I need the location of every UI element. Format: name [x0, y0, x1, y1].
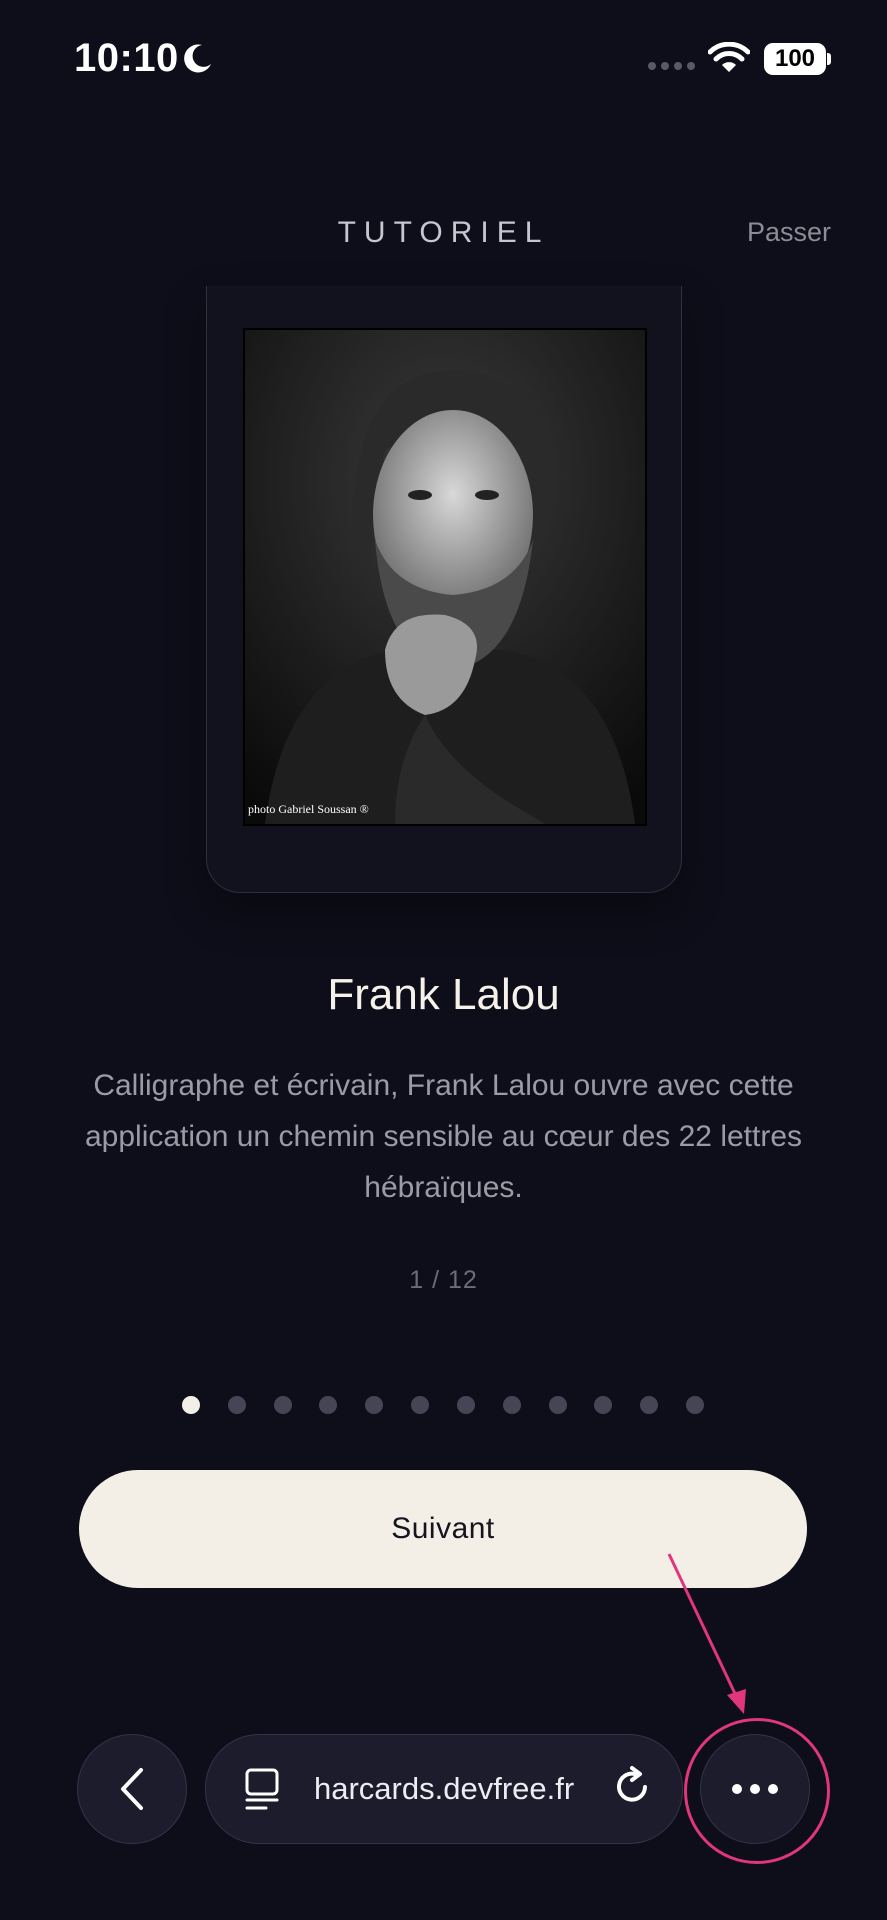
address-bar[interactable]: harcards.devfree.fr — [205, 1734, 683, 1844]
pagination-dot[interactable] — [365, 1396, 384, 1414]
battery-tip — [827, 53, 831, 65]
portrait-photo — [243, 328, 647, 826]
annotation-arrow — [667, 1553, 746, 1714]
pagination-dot[interactable] — [273, 1396, 292, 1414]
pagination-dot[interactable] — [411, 1396, 430, 1414]
moon-icon — [184, 44, 211, 73]
pagination-dot[interactable] — [502, 1396, 521, 1414]
pagination-dot[interactable] — [640, 1396, 659, 1414]
reader-mode-icon[interactable] — [242, 1767, 282, 1811]
pagination-dot[interactable] — [548, 1396, 567, 1414]
status-bar: 10:10 100 — [0, 0, 887, 120]
chevron-left-icon — [121, 1768, 143, 1810]
person-name: Frank Lalou — [327, 970, 560, 1019]
pagination-dot[interactable] — [182, 1396, 200, 1414]
description-text: Calligraphe et écrivain, Frank Lalou ouv… — [84, 1069, 803, 1204]
pagination-dot[interactable] — [685, 1396, 704, 1414]
url-text: harcards.devfree.fr — [314, 1771, 575, 1806]
ellipsis-icon — [732, 1784, 778, 1794]
pagination-dot[interactable] — [227, 1396, 246, 1414]
pagination-dot[interactable] — [456, 1396, 475, 1414]
status-time: 10:10 — [74, 36, 179, 80]
pagination-dot[interactable] — [319, 1396, 338, 1414]
cellular-signal-icon — [648, 62, 695, 70]
more-options-button[interactable] — [700, 1734, 810, 1844]
reload-icon[interactable] — [610, 1765, 656, 1811]
photo-credit: photo Gabriel Soussan ® — [248, 802, 369, 816]
skip-button[interactable]: Passer — [747, 217, 831, 248]
pagination-dots — [182, 1396, 704, 1414]
back-button[interactable] — [77, 1734, 187, 1844]
battery-indicator: 100 — [764, 43, 826, 75]
pagination-dot[interactable] — [594, 1396, 613, 1414]
wifi-icon — [708, 42, 750, 72]
page-counter: 1 / 12 — [409, 1266, 478, 1294]
